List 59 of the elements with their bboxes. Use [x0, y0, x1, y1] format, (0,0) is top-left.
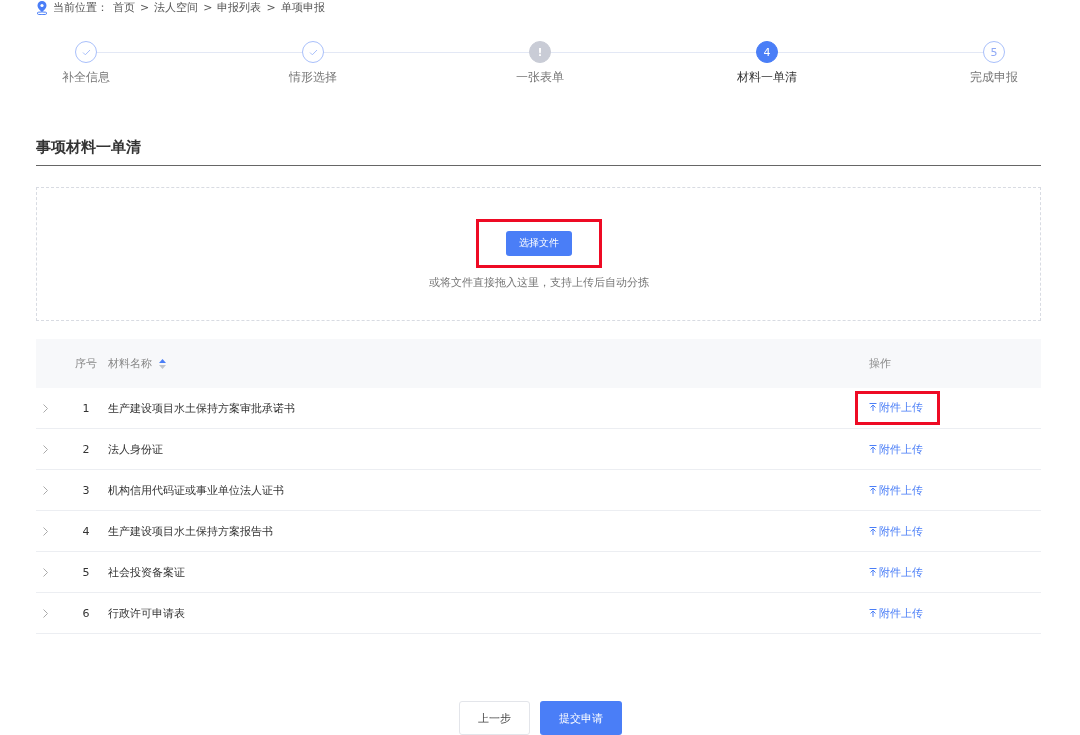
breadcrumb-label: 当前位置： [53, 0, 108, 16]
expand-chevron-icon[interactable] [43, 608, 48, 618]
column-header: 序号 [75, 357, 97, 370]
upload-icon [869, 526, 877, 536]
expand-chevron-icon[interactable] [43, 403, 48, 413]
table-cell-text: 法人身份证 [108, 441, 164, 457]
location-pin-icon [36, 0, 48, 15]
column-header: 操作 [869, 356, 891, 371]
upload-icon [869, 444, 877, 454]
upload-icon [869, 485, 877, 495]
file-drop-zone[interactable]: 选择文件 或将文件直接拖入这里，支持上传后自动分拣 [36, 187, 1041, 321]
check-icon [81, 48, 91, 56]
step-number: 5 [990, 45, 998, 59]
breadcrumb-link[interactable]: 申报列表 [217, 0, 262, 16]
table-cell-text: 4 [81, 524, 91, 538]
upload-attachment-link[interactable]: 附件上传 [869, 564, 923, 580]
breadcrumb-separator: > [266, 1, 276, 15]
drop-hint: 或将文件直接拖入这里，支持上传后自动分拣 [428, 274, 649, 290]
table-cell-text: 生产建设项目水土保持方案报告书 [108, 523, 274, 539]
breadcrumb-link[interactable]: 首页 [113, 0, 135, 16]
expand-chevron-icon[interactable] [43, 526, 48, 536]
step-label: 情形选择 [289, 69, 337, 87]
back-button[interactable]: 上一步 [458, 701, 530, 735]
upload-attachment-link[interactable]: 附件上传 [869, 441, 923, 457]
step-label: 一张表单 [516, 69, 564, 87]
breadcrumb-link[interactable]: 单项申报 [280, 0, 325, 16]
expand-chevron-icon[interactable] [43, 485, 48, 495]
step-label: 材料一单清 [737, 69, 797, 87]
choose-file-button[interactable]: 选择文件 [505, 230, 572, 256]
table-cell-text: 5 [81, 565, 91, 579]
upload-icon [869, 567, 877, 577]
step-number: ! [537, 45, 543, 59]
column-header[interactable]: 材料名称 [108, 356, 152, 371]
breadcrumb-separator: > [140, 1, 150, 15]
expand-chevron-icon[interactable] [43, 567, 48, 577]
table-cell-text: 1 [81, 401, 91, 415]
upload-icon [869, 608, 877, 618]
step-number: 4 [763, 45, 771, 59]
upload-attachment-link[interactable]: 附件上传 [869, 482, 923, 498]
upload-icon [869, 403, 877, 412]
step-label: 完成申报 [970, 69, 1018, 87]
breadcrumb-link[interactable]: 法人空间 [154, 0, 199, 16]
table-cell-text: 机构信用代码证或事业单位法人证书 [108, 482, 285, 498]
upload-attachment-link[interactable]: 附件上传 [869, 400, 923, 415]
section-title: 事项材料一单清 [36, 138, 1041, 167]
table-cell-text: 社会投资备案证 [108, 564, 186, 580]
expand-chevron-icon[interactable] [43, 444, 48, 454]
step-label: 补全信息 [62, 69, 110, 87]
sort-icon[interactable] [159, 358, 166, 369]
breadcrumb-separator: > [203, 1, 213, 15]
check-icon [308, 48, 318, 56]
table-cell-text: 3 [81, 483, 91, 497]
upload-attachment-link[interactable]: 附件上传 [869, 605, 923, 621]
table-cell-text: 生产建设项目水土保持方案审批承诺书 [108, 400, 296, 416]
table-cell-text: 2 [81, 442, 91, 456]
table-cell-text: 6 [81, 606, 91, 620]
upload-attachment-link[interactable]: 附件上传 [869, 523, 923, 539]
table-cell-text: 行政许可申请表 [108, 605, 186, 621]
submit-button[interactable]: 提交申请 [539, 701, 622, 735]
